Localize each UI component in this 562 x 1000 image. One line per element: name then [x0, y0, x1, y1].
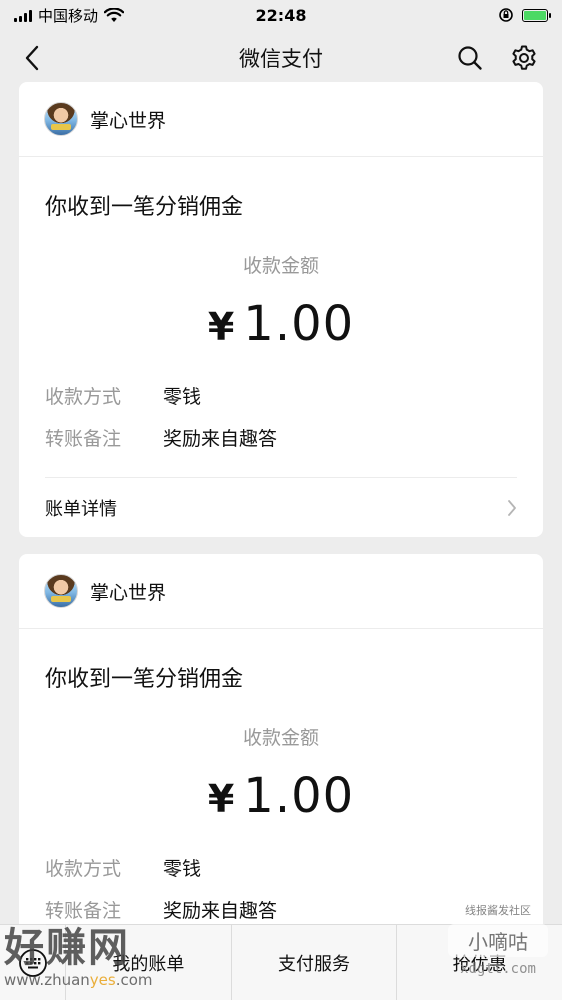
carrier-name: 中国移动 — [38, 6, 99, 25]
tab-my-bills-label: 我的账单 — [112, 953, 185, 975]
currency-symbol: ¥ — [207, 305, 236, 349]
chevron-left-icon — [25, 45, 39, 71]
status-right — [498, 7, 551, 23]
amount-label: 收款金额 — [242, 727, 319, 749]
card-header: 掌心世界 — [19, 82, 543, 157]
card-header: 掌心世界 — [19, 554, 543, 629]
payment-method-label: 收款方式 — [45, 385, 122, 408]
message-title: 你收到一笔分销佣金 — [45, 667, 244, 692]
orientation-lock-icon — [499, 8, 513, 22]
amount-number: 1.00 — [243, 296, 355, 352]
page-title: 微信支付 — [239, 47, 323, 71]
amount-number: 1.00 — [243, 768, 355, 824]
merchant-avatar — [44, 574, 78, 608]
payment-message-card[interactable]: 掌心世界 你收到一笔分销佣金 收款金额 ¥1.00 收款方式 零钱 转账备注 奖… — [19, 554, 543, 954]
payment-message-card[interactable]: 掌心世界 你收到一笔分销佣金 收款金额 ¥1.00 收款方式 零钱 转账备注 奖… — [19, 82, 543, 537]
merchant-avatar — [44, 102, 78, 136]
message-title: 你收到一笔分销佣金 — [45, 195, 244, 220]
tab-grab-deals-label: 抢优惠 — [452, 953, 507, 975]
bottom-menu-bar: 我的账单 支付服务 抢优惠 — [0, 924, 562, 1000]
battery-icon — [522, 8, 551, 22]
transfer-note-value: 奖励来自趣答 — [163, 427, 278, 450]
payment-method-value: 零钱 — [163, 385, 202, 408]
settings-button[interactable] — [508, 42, 540, 74]
merchant-name: 掌心世界 — [90, 581, 167, 604]
keyboard-toggle-button[interactable] — [0, 925, 66, 1000]
payment-method-value: 零钱 — [163, 857, 202, 880]
payment-method-label: 收款方式 — [45, 857, 122, 880]
tab-payment-services[interactable]: 支付服务 — [232, 925, 398, 1000]
nav-bar: 微信支付 — [0, 30, 562, 86]
bill-detail-link[interactable]: 账单详情 — [45, 477, 517, 537]
transfer-note-value: 奖励来自趣答 — [163, 899, 278, 922]
tab-my-bills[interactable]: 我的账单 — [66, 925, 232, 1000]
wifi-icon — [104, 7, 125, 22]
amount-label: 收款金额 — [242, 255, 319, 277]
transfer-note-label: 转账备注 — [45, 427, 122, 450]
search-button[interactable] — [454, 42, 486, 74]
transfer-note-row: 转账备注 奖励来自趣答 — [19, 416, 543, 458]
chevron-right-icon — [508, 499, 516, 516]
bill-detail-label: 账单详情 — [45, 498, 117, 520]
keyboard-icon — [18, 948, 47, 977]
search-icon — [458, 46, 482, 70]
gear-icon — [512, 45, 536, 70]
tab-grab-deals[interactable]: 抢优惠 — [397, 925, 562, 1000]
amount-value: ¥1.00 — [19, 768, 543, 824]
currency-symbol: ¥ — [207, 777, 236, 821]
payment-method-row: 收款方式 零钱 — [19, 846, 543, 888]
cell-signal-icon — [14, 9, 32, 22]
merchant-name: 掌心世界 — [90, 109, 167, 132]
status-left: 中国移动 — [14, 5, 498, 26]
amount-value: ¥1.00 — [19, 296, 543, 352]
transfer-note-label: 转账备注 — [45, 899, 122, 922]
status-bar: 中国移动 22:48 — [0, 0, 562, 30]
payment-method-row: 收款方式 零钱 — [19, 374, 543, 416]
back-button[interactable] — [16, 42, 48, 74]
tab-payment-services-label: 支付服务 — [278, 953, 350, 975]
